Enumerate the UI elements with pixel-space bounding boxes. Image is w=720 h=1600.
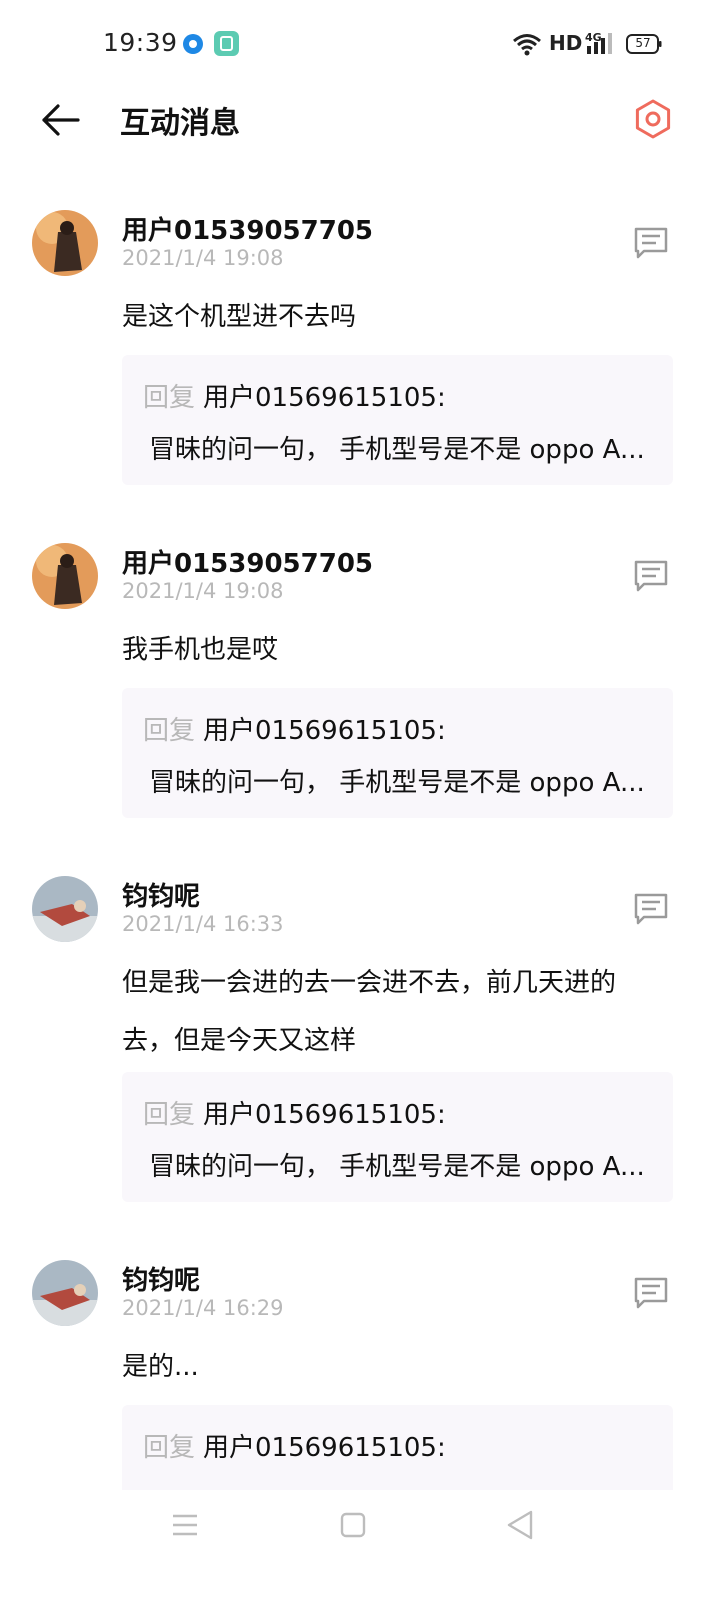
username[interactable]: 钧钧呢 — [122, 1260, 200, 1297]
quoted-text: 冒昧的问一句， 手机型号是不是 oppo A... — [149, 768, 645, 798]
message-item: 钧钧呢 2021/1/4 16:33 但是我一会进的去一会进不去，前几天进的去，… — [0, 876, 720, 1206]
svg-text:4G: 4G — [585, 31, 602, 44]
avatar[interactable] — [32, 543, 98, 609]
message-content: 是这个机型进不去吗 — [122, 302, 357, 332]
message-item: 用户01539057705 2021/1/4 19:08 我手机也是哎 回复 用户… — [0, 543, 720, 823]
wifi-icon — [513, 34, 541, 56]
app-notification-icon — [183, 34, 203, 54]
comment-reply-icon[interactable] — [632, 224, 670, 262]
quoted-reply[interactable]: 回复 用户01569615105: 冒昧的问一句， 手机型号是不是 oppo A.… — [122, 688, 673, 818]
hexagon-settings-icon[interactable] — [632, 98, 674, 140]
quoted-username: 用户01569615105: — [203, 1433, 446, 1463]
timestamp: 2021/1/4 16:29 — [122, 1296, 284, 1320]
timestamp: 2021/1/4 19:08 — [122, 579, 284, 603]
network-hd-label: HD — [549, 31, 583, 55]
reply-label: 回复 — [143, 1100, 196, 1130]
quoted-text: 冒昧的问一句， 手机型号是不是 oppo A... — [149, 435, 645, 465]
comment-reply-icon[interactable] — [632, 1274, 670, 1312]
reply-label: 回复 — [143, 716, 196, 746]
system-nav-bar — [0, 1490, 720, 1600]
message-item: 用户01539057705 2021/1/4 19:08 是这个机型进不去吗 回… — [0, 210, 720, 490]
reply-label: 回复 — [143, 1433, 196, 1463]
reply-label: 回复 — [143, 383, 196, 413]
message-item: 钧钧呢 2021/1/4 16:29 是的... 回复 用户01569615105… — [0, 1260, 720, 1535]
timestamp: 2021/1/4 16:33 — [122, 912, 284, 936]
message-content: 我手机也是哎 — [122, 635, 279, 665]
status-bar: 19:39 HD 4G 57 — [0, 0, 720, 88]
quoted-username: 用户01569615105: — [203, 383, 446, 413]
battery-level: 57 — [635, 36, 651, 50]
username[interactable]: 用户01539057705 — [122, 210, 373, 247]
comment-reply-icon[interactable] — [632, 890, 670, 928]
message-content: 是的... — [122, 1352, 199, 1382]
store-notification-icon — [214, 31, 239, 56]
menu-icon[interactable] — [170, 1510, 200, 1540]
app-header: 互动消息 — [0, 88, 720, 152]
back-triangle-icon[interactable] — [505, 1508, 535, 1542]
username[interactable]: 用户01539057705 — [122, 543, 373, 580]
quoted-text: 冒昧的问一句， 手机型号是不是 oppo A... — [149, 1152, 645, 1182]
quoted-reply[interactable]: 回复 用户01569615105: 冒昧的问一句， 手机型号是不是 oppo A.… — [122, 355, 673, 485]
arrow-left-icon[interactable] — [38, 100, 82, 140]
username[interactable]: 钧钧呢 — [122, 876, 200, 913]
home-square-icon[interactable] — [338, 1510, 368, 1540]
avatar[interactable] — [32, 876, 98, 942]
quoted-username: 用户01569615105: — [203, 716, 446, 746]
screen: 19:39 HD 4G 57 互动消息 用户01539057705 2021/1… — [0, 0, 720, 1600]
status-time: 19:39 — [103, 28, 178, 57]
quoted-reply[interactable]: 回复 用户01569615105: 冒昧的问一句， 手机型号是不是 oppo A.… — [122, 1072, 673, 1202]
quoted-username: 用户01569615105: — [203, 1100, 446, 1130]
avatar[interactable] — [32, 210, 98, 276]
timestamp: 2021/1/4 19:08 — [122, 246, 284, 270]
signal-4g-icon: 4G — [585, 31, 612, 54]
message-content: 但是我一会进的去一会进不去，前几天进的去，但是今天又这样 — [122, 968, 617, 1056]
comment-reply-icon[interactable] — [632, 557, 670, 595]
avatar[interactable] — [32, 1260, 98, 1326]
page-title: 互动消息 — [120, 106, 240, 141]
